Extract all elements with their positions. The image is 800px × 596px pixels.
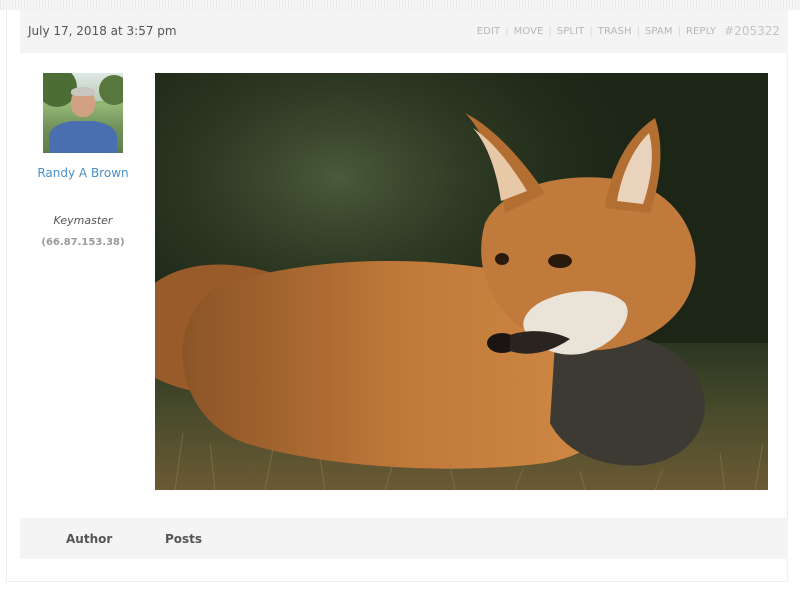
trash-link[interactable]: TRASH [598,26,632,37]
reply-author: Randy A Brown Keymaster (66.87.153.38) [33,73,133,248]
footer-author-label: Author [66,532,113,546]
post-image-fox [155,73,768,490]
reply-header: July 17, 2018 at 3:57 pm EDIT | MOVE | S… [20,10,788,53]
move-link[interactable]: MOVE [514,26,544,37]
post-permalink[interactable]: #205322 [724,24,780,38]
fox-illustration [155,73,768,490]
avatar[interactable] [43,73,123,153]
spam-link[interactable]: SPAM [645,26,673,37]
author-ip: (66.87.153.38) [41,237,125,248]
split-link[interactable]: SPLIT [557,26,585,37]
admin-separator: | [636,25,640,37]
top-border-stripe [0,0,800,10]
author-name-link[interactable]: Randy A Brown [33,166,133,180]
admin-links: EDIT | MOVE | SPLIT | TRASH | SPAM | REP… [477,24,780,38]
admin-separator: | [677,25,681,37]
admin-separator: | [548,25,552,37]
reply-link[interactable]: REPLY [686,26,716,37]
post-date: July 17, 2018 at 3:57 pm [28,24,177,38]
admin-separator: | [589,25,593,37]
author-role: Keymaster [53,214,113,227]
edit-link[interactable]: EDIT [477,26,500,37]
admin-separator: | [505,25,509,37]
footer-posts-label: Posts [165,532,203,546]
forum-reply-card: July 17, 2018 at 3:57 pm EDIT | MOVE | S… [6,10,788,582]
replies-table-footer: Author Posts [20,518,788,559]
